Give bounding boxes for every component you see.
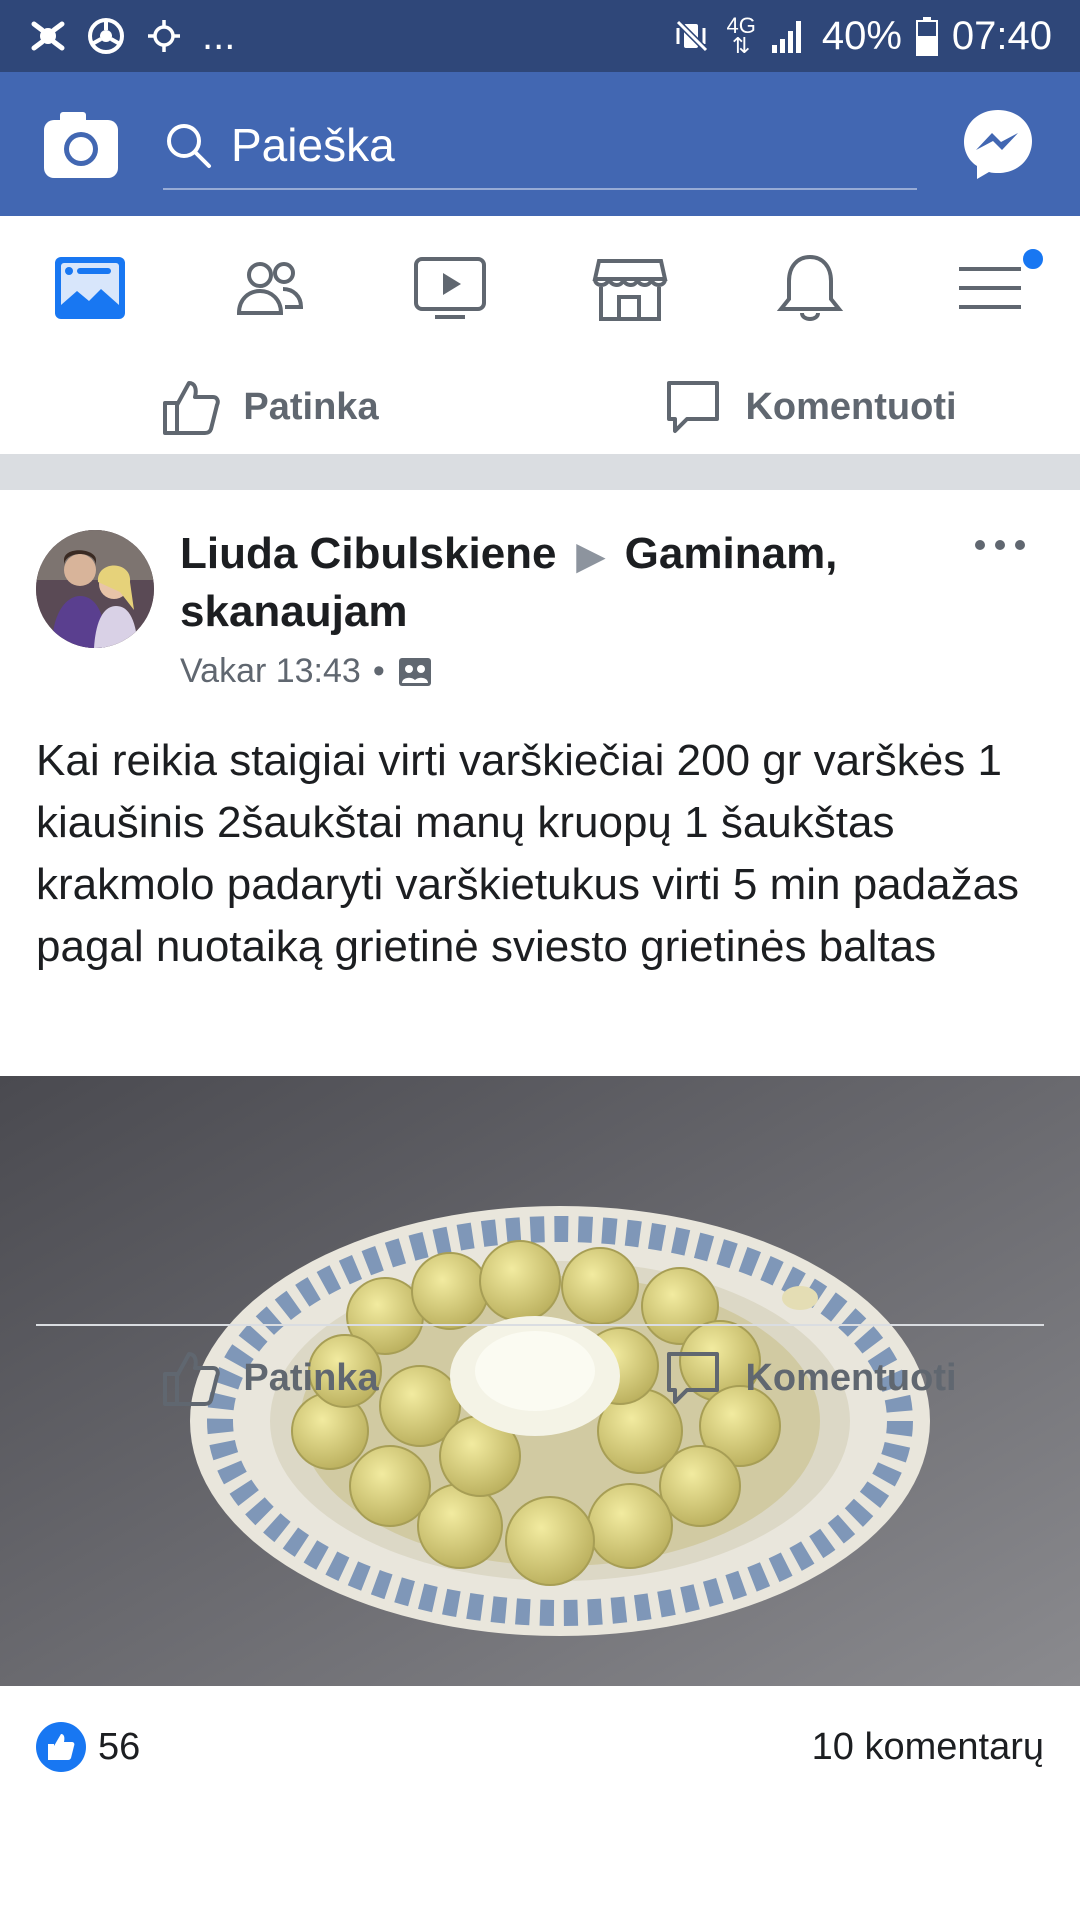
post-text: Kai reikia staigiai virti varškiečiai 20… bbox=[36, 736, 1020, 971]
camera-icon[interactable] bbox=[42, 106, 120, 184]
bell-icon bbox=[776, 254, 844, 321]
signal-icon bbox=[771, 21, 801, 53]
network-type: 4G ⇅ bbox=[726, 13, 756, 58]
group-audience-icon bbox=[398, 657, 431, 686]
more-notifications-text: ... bbox=[202, 13, 236, 58]
previous-like-label: Patinka bbox=[243, 385, 379, 428]
status-bar: ... 4G ⇅ 40% 07:40 bbox=[0, 0, 1080, 72]
hamburger-menu-icon bbox=[959, 267, 1021, 309]
search-icon bbox=[167, 124, 211, 168]
friends-icon bbox=[236, 262, 304, 315]
search-bar[interactable] bbox=[163, 102, 917, 190]
previous-comment-label: Komentuoti bbox=[745, 385, 957, 428]
news-feed-icon bbox=[55, 257, 125, 319]
status-right: 4G ⇅ 40% 07:40 bbox=[672, 14, 1052, 59]
messenger-icon[interactable] bbox=[960, 106, 1036, 182]
avatar[interactable] bbox=[36, 530, 154, 648]
menu-notification-dot bbox=[1020, 246, 1046, 272]
timestamp[interactable]: Vakar 13:43 bbox=[180, 652, 361, 691]
meta-dot: • bbox=[372, 652, 385, 690]
previous-post-actions: Patinka Komentuoti bbox=[0, 360, 1080, 454]
status-left: ... bbox=[28, 14, 235, 59]
comment-bubble-icon bbox=[667, 381, 720, 433]
tab-menu[interactable] bbox=[900, 216, 1080, 360]
clock: 07:40 bbox=[951, 13, 1052, 58]
like-reaction-icon[interactable] bbox=[36, 1722, 86, 1772]
battery-icon bbox=[915, 17, 938, 56]
battery-percent: 40% bbox=[821, 13, 902, 58]
tab-news-feed[interactable] bbox=[0, 216, 180, 360]
thumbs-up-icon bbox=[163, 381, 221, 435]
watch-video-icon bbox=[414, 257, 486, 319]
like-button[interactable]: Patinka bbox=[0, 1326, 540, 1430]
avatar-image bbox=[36, 530, 154, 648]
arrow-right-icon: ▶ bbox=[576, 535, 605, 576]
comment-button[interactable]: Komentuoti bbox=[540, 1326, 1080, 1430]
post-stats: 56 10 komentarų bbox=[0, 1686, 1080, 1798]
marketplace-icon bbox=[592, 259, 668, 321]
like-count[interactable]: 56 bbox=[98, 1722, 140, 1772]
post-header: Liuda Cibulskiene ▶ Gaminam, skanaujam V… bbox=[180, 526, 960, 691]
post-author-line: Liuda Cibulskiene ▶ Gaminam, skanaujam bbox=[180, 526, 960, 640]
nav-tabs bbox=[0, 216, 1080, 362]
tab-notifications[interactable] bbox=[720, 216, 900, 360]
tab-friends[interactable] bbox=[180, 216, 360, 360]
chrome-icon bbox=[88, 18, 124, 54]
comment-bubble-icon bbox=[667, 1352, 720, 1404]
vibrate-mute-icon bbox=[676, 19, 709, 53]
tab-watch[interactable] bbox=[360, 216, 540, 360]
tab-marketplace[interactable] bbox=[540, 216, 720, 360]
feed-separator bbox=[0, 454, 1080, 490]
post-actions: Patinka Komentuoti bbox=[0, 1326, 1080, 1430]
comment-count[interactable]: 10 komentarų bbox=[812, 1722, 1044, 1772]
top-bar bbox=[0, 72, 1080, 216]
comment-label: Komentuoti bbox=[745, 1356, 957, 1399]
thumbs-up-icon bbox=[163, 1352, 221, 1406]
like-label: Patinka bbox=[243, 1356, 379, 1399]
post-meta: Vakar 13:43 • bbox=[180, 652, 960, 691]
sync-icon bbox=[148, 20, 180, 52]
author-name[interactable]: Liuda Cibulskiene bbox=[180, 529, 557, 578]
more-options-icon[interactable] bbox=[970, 530, 1030, 560]
app-notification-icon bbox=[31, 21, 65, 51]
previous-comment-button[interactable]: Komentuoti bbox=[540, 360, 1080, 454]
previous-like-button[interactable]: Patinka bbox=[0, 360, 540, 454]
search-input[interactable] bbox=[229, 117, 873, 173]
